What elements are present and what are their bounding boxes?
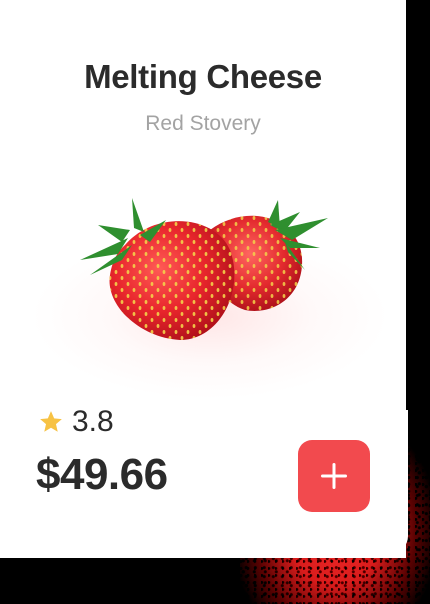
product-vendor: Red Stovery <box>145 112 261 135</box>
rating: 3.8 <box>38 404 114 440</box>
product-title: Melting Cheese <box>84 58 322 95</box>
product-price: $49.66 <box>36 450 168 499</box>
strawberry-image <box>80 198 328 340</box>
product-card-screen: Melting Cheese Red Stovery 3.8 $49.66 <box>0 0 430 604</box>
star-icon <box>40 411 62 432</box>
strawberry-left <box>80 198 235 340</box>
plus-icon <box>321 463 347 489</box>
rating-value: 3.8 <box>72 405 114 438</box>
add-to-cart-button[interactable] <box>298 440 370 512</box>
